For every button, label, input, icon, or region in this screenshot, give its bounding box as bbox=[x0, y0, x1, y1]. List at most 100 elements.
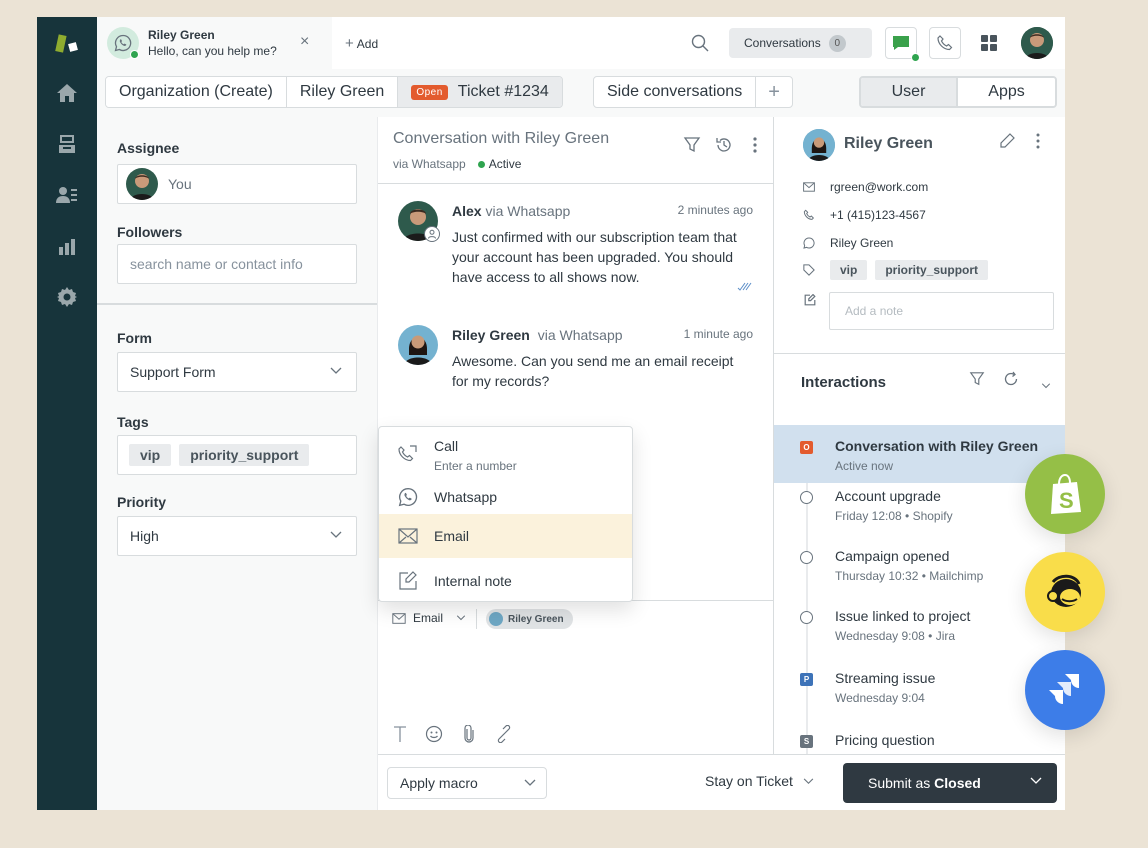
apps-grid-icon[interactable] bbox=[981, 35, 997, 56]
agent-badge-icon bbox=[424, 226, 440, 242]
refresh-icon[interactable] bbox=[1003, 371, 1019, 392]
tag[interactable]: priority_support bbox=[179, 444, 310, 466]
add-side-conversation-button[interactable]: + bbox=[756, 77, 792, 107]
menu-item-whatsapp[interactable]: Whatsapp bbox=[379, 479, 632, 515]
conversations-button[interactable]: Conversations 0 bbox=[729, 28, 872, 58]
zendesk-logo bbox=[54, 33, 82, 57]
edit-icon[interactable] bbox=[999, 133, 1015, 154]
interaction-item[interactable]: Campaign opened Thursday 10:32 • Mailchim… bbox=[774, 535, 1065, 593]
tag[interactable]: vip bbox=[830, 260, 868, 280]
filter-icon[interactable] bbox=[969, 371, 985, 392]
crumb-ticket[interactable]: Open Ticket #1234 bbox=[398, 77, 562, 107]
note-icon bbox=[398, 571, 418, 596]
apply-macro-select[interactable]: Apply macro bbox=[387, 767, 547, 799]
nav-rail bbox=[37, 17, 97, 810]
side-conversations-button[interactable]: Side conversations bbox=[594, 77, 757, 107]
tag[interactable]: vip bbox=[129, 444, 172, 466]
assignee-field[interactable]: You bbox=[117, 164, 357, 204]
recipient-avatar bbox=[489, 612, 503, 626]
conversation-tab[interactable]: Riley Green Hello, can you help me? × bbox=[97, 17, 332, 69]
menu-item-internal-note[interactable]: Internal note bbox=[379, 559, 632, 603]
interaction-subtitle: Thursday 10:32 • Mailchimp bbox=[835, 569, 984, 583]
conversations-label: Conversations bbox=[744, 36, 821, 50]
form-select[interactable]: Support Form bbox=[117, 352, 357, 392]
chevron-down-icon[interactable] bbox=[1030, 777, 1042, 785]
separator bbox=[476, 609, 477, 629]
messaging-status-button[interactable] bbox=[885, 27, 920, 62]
attachment-icon[interactable] bbox=[460, 724, 478, 748]
followers-label: Followers bbox=[117, 224, 183, 240]
add-note-input[interactable]: Add a note bbox=[829, 292, 1054, 330]
search-icon[interactable] bbox=[691, 34, 709, 57]
text-format-icon[interactable] bbox=[392, 725, 408, 748]
interactions-title: Interactions bbox=[801, 374, 887, 391]
crumb-organization[interactable]: Organization (Create) bbox=[106, 77, 287, 107]
home-icon[interactable] bbox=[55, 81, 79, 105]
interaction-title: Streaming issue bbox=[835, 670, 936, 686]
tags-input[interactable]: vip priority_support bbox=[117, 435, 357, 475]
reporting-icon[interactable] bbox=[55, 235, 79, 259]
mailchimp-integration[interactable] bbox=[1025, 552, 1105, 632]
interaction-item[interactable]: P Streaming issue Wednesday 9:04 bbox=[774, 657, 1065, 715]
more-options-icon[interactable] bbox=[1036, 133, 1040, 154]
menu-item-label: Call bbox=[434, 438, 459, 454]
interaction-title: Account upgrade bbox=[835, 488, 941, 504]
mailchimp-icon bbox=[1047, 574, 1081, 607]
tag[interactable]: priority_support bbox=[875, 260, 989, 280]
interaction-title: Campaign opened bbox=[835, 548, 950, 564]
close-tab-icon[interactable]: × bbox=[300, 33, 309, 51]
more-options-icon[interactable] bbox=[753, 136, 757, 159]
message-author: Alex via Whatsapp bbox=[452, 203, 570, 219]
ticket-label: Ticket #1234 bbox=[457, 83, 549, 100]
recipient-pill[interactable]: Riley Green bbox=[486, 609, 573, 629]
filter-icon[interactable] bbox=[683, 136, 701, 159]
user-avatar[interactable] bbox=[1021, 27, 1053, 59]
interaction-title: Pricing question bbox=[835, 732, 935, 748]
interaction-item[interactable]: S Pricing question bbox=[774, 719, 1065, 777]
tab-user[interactable]: User bbox=[861, 78, 958, 106]
channel-label: Email bbox=[413, 611, 444, 625]
crumb-requester[interactable]: Riley Green bbox=[286, 77, 399, 107]
settings-icon[interactable] bbox=[55, 285, 79, 309]
shopify-integration[interactable]: S bbox=[1025, 454, 1105, 534]
link-icon[interactable] bbox=[495, 724, 513, 748]
history-icon[interactable] bbox=[715, 136, 733, 159]
menu-item-call[interactable]: Call Enter a number bbox=[379, 427, 632, 475]
jira-icon bbox=[1049, 674, 1079, 704]
menu-item-email[interactable]: Email bbox=[379, 514, 632, 558]
tab-last-message: Hello, can you help me? bbox=[148, 44, 277, 58]
timeline-marker-icon: O bbox=[800, 441, 813, 454]
menu-item-label: Whatsapp bbox=[434, 489, 498, 505]
add-tab-button[interactable]: + Add bbox=[345, 35, 378, 52]
reply-composer[interactable]: Email Riley Green bbox=[378, 600, 774, 754]
phone-button[interactable] bbox=[929, 27, 961, 59]
contacts-icon[interactable] bbox=[55, 183, 79, 207]
interaction-item[interactable]: Account upgrade Friday 12:08 • Shopify bbox=[774, 475, 1065, 533]
add-label: Add bbox=[356, 37, 379, 51]
channel-selector[interactable]: Email bbox=[392, 611, 466, 625]
chevron-down-icon[interactable] bbox=[1041, 376, 1051, 394]
customer-name: Riley Green bbox=[844, 135, 933, 152]
followers-input[interactable]: search name or contact info bbox=[117, 244, 357, 284]
message: Riley Green via Whatsapp 1 minute ago Aw… bbox=[398, 325, 753, 405]
phone-value[interactable]: +1 (415)123-4567 bbox=[830, 208, 926, 222]
message-time: 1 minute ago bbox=[683, 327, 753, 341]
interaction-item[interactable]: Issue linked to project Wednesday 9:08 • … bbox=[774, 595, 1065, 653]
app-window: Riley Green Hello, can you help me? × + A… bbox=[37, 17, 1065, 810]
author-name: Riley Green bbox=[452, 327, 530, 343]
context-panel-switch: User Apps bbox=[859, 76, 1057, 108]
emoji-icon[interactable] bbox=[425, 725, 443, 748]
menu-item-label: Internal note bbox=[434, 573, 512, 589]
conversation-subtitle: via Whatsapp Active bbox=[393, 157, 521, 171]
online-status-dot bbox=[130, 50, 139, 59]
inbox-icon[interactable] bbox=[55, 132, 79, 156]
tab-apps[interactable]: Apps bbox=[958, 78, 1055, 106]
email-value[interactable]: rgreen@work.com bbox=[830, 180, 928, 194]
priority-select[interactable]: High bbox=[117, 516, 357, 556]
jira-integration[interactable] bbox=[1025, 650, 1105, 730]
submit-status: Closed bbox=[934, 775, 981, 791]
conversations-count: 0 bbox=[828, 34, 846, 52]
priority-label: Priority bbox=[117, 494, 167, 510]
whatsapp-icon bbox=[398, 487, 418, 512]
customer-tags: vip priority_support bbox=[803, 260, 996, 280]
